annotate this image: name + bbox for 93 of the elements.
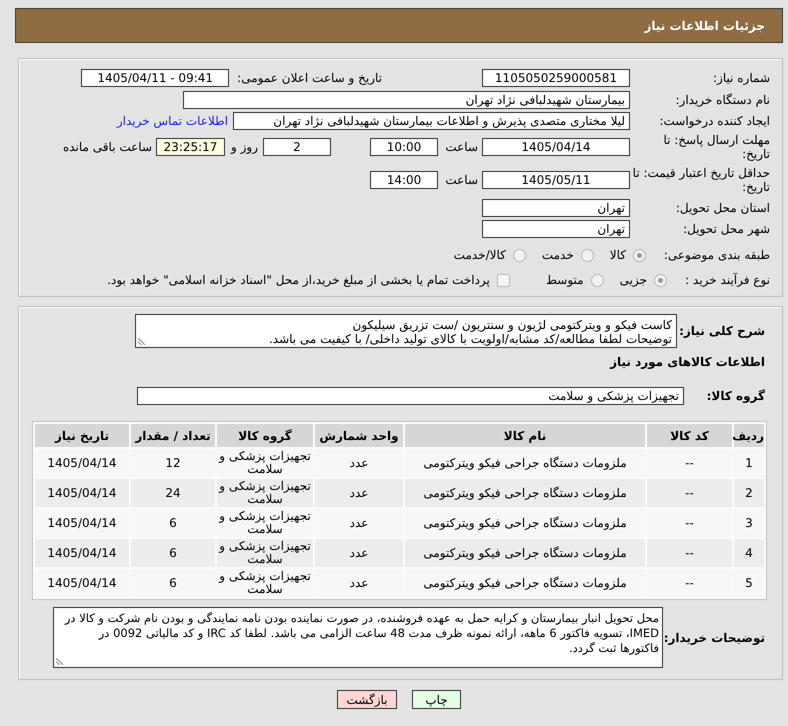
table-cell: 6 xyxy=(131,569,215,597)
table-cell: ملزومات دستگاه جراحی فیکو ویترکتومی xyxy=(405,569,645,597)
radio-button[interactable] xyxy=(633,248,646,262)
field-label: تاریخ و ساعت اعلان عمومی: xyxy=(237,70,382,87)
field-label: ساعت xyxy=(444,172,478,189)
field-label: نام دستگاه خریدار: xyxy=(674,92,770,106)
table-cell: ملزومات دستگاه جراحی فیکو ویترکتومی xyxy=(405,479,645,507)
field-label: شماره نیاز: xyxy=(712,71,770,85)
table-cell: 4 xyxy=(734,539,764,567)
page-title: جزئیات اطلاعات نیاز xyxy=(644,18,765,34)
field-label: طبقه بندی موضوعی: xyxy=(662,248,770,262)
input-field[interactable]: تهران xyxy=(482,199,630,217)
field-label: روز و xyxy=(231,139,258,156)
field-label: حداقل تاریخ اعتبار قیمت: تا تاریخ: xyxy=(632,166,770,194)
table-cell: عدد xyxy=(315,449,403,477)
checkbox[interactable] xyxy=(496,274,510,286)
table-cell: تجهیزات پزشکی و سلامت xyxy=(217,479,313,507)
table-cell: تجهیزات پزشکی و سلامت xyxy=(217,449,313,477)
field-label: متوسط xyxy=(546,272,584,289)
input-field[interactable]: تجهیزات پزشکی و سلامت xyxy=(137,386,684,404)
column-header: گروه کالا xyxy=(217,424,313,447)
table-cell: 12 xyxy=(131,449,215,477)
table-cell: 24 xyxy=(131,479,215,507)
field-label: نوع فرآیند خرید : xyxy=(684,273,770,287)
column-header: نام کالا xyxy=(405,424,645,447)
table-cell: عدد xyxy=(315,479,403,507)
input-field[interactable]: 1405/04/11 - 09:41 xyxy=(81,69,230,87)
table-cell: -- xyxy=(647,569,732,597)
radio-button[interactable] xyxy=(512,248,526,262)
table-cell: ملزومات دستگاه جراحی فیکو ویترکتومی xyxy=(405,509,645,537)
table-cell: 1405/04/14 xyxy=(35,449,129,477)
field-label: مهلت ارسال پاسخ: تا تاریخ: xyxy=(662,133,770,161)
input-field[interactable]: 23:25:17 xyxy=(156,138,225,156)
column-header: تاریخ نیاز xyxy=(35,424,129,447)
table-cell: 6 xyxy=(131,539,215,567)
field-label: کالا xyxy=(610,247,626,264)
table-cell: عدد xyxy=(315,569,403,597)
field-label: توضیحات خریدار: xyxy=(663,630,765,644)
input-field[interactable]: 10:00 xyxy=(370,138,438,156)
table-cell: -- xyxy=(647,449,732,477)
table-cell: 1 xyxy=(734,449,764,477)
column-header: کد کالا xyxy=(647,424,732,447)
table-cell: -- xyxy=(647,509,732,537)
field-label: گروه کالا: xyxy=(706,388,765,402)
buyer-notes-textarea[interactable]: محل تحویل انبار بیمارستان و کرایه حمل به عهده فروشنده، در صورت نماینده بودن نامه نمایندگی و بودن نام شرکت و کالا در IMED، تسویه فاکتور 6 ماهه، ارائه نمونه ظرف مدت 48 ساعت الزامی می باشد. لطفا کد IRC و کد مالیاتی 0092 در فاکتورها ثبت گردد. xyxy=(53,607,663,668)
table-cell: -- xyxy=(647,479,732,507)
input-field[interactable]: 1405/04/14 xyxy=(482,138,630,156)
table-cell: 1405/04/14 xyxy=(35,479,129,507)
input-field[interactable]: تهران xyxy=(482,220,630,238)
input-field[interactable]: 1105050259000581 xyxy=(482,69,630,87)
field-label: خدمت xyxy=(542,247,574,264)
table-cell: 1405/04/14 xyxy=(35,539,129,567)
column-header: ردیف xyxy=(734,424,764,447)
table-cell: 5 xyxy=(734,569,764,597)
section-title: اطلاعات کالاهای مورد نیاز xyxy=(610,354,765,371)
table-cell: -- xyxy=(647,539,732,567)
table-cell: 1405/04/14 xyxy=(35,509,129,537)
table-cell: 6 xyxy=(131,509,215,537)
column-header: واحد شمارش xyxy=(315,424,403,447)
field-label: ساعت باقی مانده xyxy=(62,139,152,156)
field-label: شرح کلی نیاز: xyxy=(678,324,765,338)
field-label: استان محل تحویل: xyxy=(674,201,770,215)
field-label: کالا/خدمت xyxy=(454,247,506,264)
resize-grip-icon[interactable] xyxy=(138,338,145,345)
radio-button[interactable] xyxy=(654,274,667,286)
table-cell: ملزومات دستگاه جراحی فیکو ویترکتومی xyxy=(405,449,645,477)
field-label: پرداخت تمام یا بخشی از مبلغ خرید،از محل "اسناد خزانه اسلامی" خواهد بود. xyxy=(107,272,490,289)
field-label: ایجاد کننده درخواست: xyxy=(658,114,770,128)
description-textarea[interactable]: کاست فیکو و ویترکتومی لژیون و سنتریون /ست تزریق سیلیکون توضیحات لطفا مطالعه/کد مشابه/اولویت با کالای تولید داخلی/ با کیفیت می باشد. xyxy=(135,314,677,348)
resize-grip-icon[interactable] xyxy=(56,658,63,665)
buyer-contact-link[interactable]: اطلاعات تماس خریدار xyxy=(116,112,228,130)
table-cell: 2 xyxy=(734,479,764,507)
table-cell: تجهیزات پزشکی و سلامت xyxy=(217,569,313,597)
radio-button[interactable] xyxy=(580,248,594,262)
table-cell: عدد xyxy=(315,539,403,567)
input-field[interactable]: 14:00 xyxy=(370,171,438,189)
field-label: ساعت xyxy=(444,139,478,156)
field-label: شهر محل تحویل: xyxy=(682,222,770,236)
table-cell: 1405/04/14 xyxy=(35,569,129,597)
input-field[interactable]: بیمارستان شهیدلبافی نژاد تهران xyxy=(183,90,630,108)
input-field[interactable]: 1405/05/11 xyxy=(482,171,630,189)
table-cell: ملزومات دستگاه جراحی فیکو ویترکتومی xyxy=(405,539,645,567)
table-cell: تجهیزات پزشکی و سلامت xyxy=(217,539,313,567)
radio-button[interactable] xyxy=(590,274,604,286)
table-cell: تجهیزات پزشکی و سلامت xyxy=(217,509,313,537)
input-field[interactable]: لیلا مختاری متصدی پذیرش و اطلاعات بیمارستان شهیدلبافی نژاد تهران xyxy=(233,112,630,130)
table-cell: عدد xyxy=(315,509,403,537)
print-button[interactable]: چاپ xyxy=(412,690,461,709)
input-field[interactable]: 2 xyxy=(263,138,331,156)
back-button[interactable]: بازگشت xyxy=(337,690,397,709)
field-label: جزیی xyxy=(620,272,647,289)
column-header: تعداد / مقدار xyxy=(131,424,215,447)
table-cell: 3 xyxy=(734,509,764,537)
